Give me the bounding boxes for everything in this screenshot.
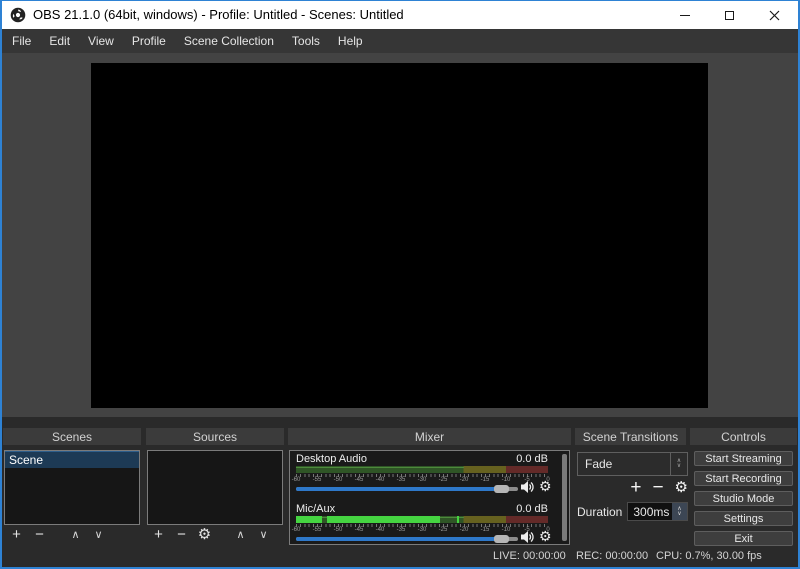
window-title: OBS 21.1.0 (64bit, windows) - Profile: U… — [33, 7, 404, 22]
remove-button[interactable]: − — [174, 526, 189, 544]
properties-button[interactable]: ⚙ — [197, 526, 212, 544]
add-button[interactable]: + — [151, 526, 166, 544]
controls-panel-header[interactable]: Controls — [690, 428, 797, 445]
move-up-button[interactable]: ∧ — [68, 526, 83, 544]
sources-toolbar: + − ⚙ ∧ ∨ — [151, 526, 279, 544]
add-button[interactable]: + — [9, 526, 24, 544]
obs-window: OBS 21.1.0 (64bit, windows) - Profile: U… — [0, 0, 800, 569]
transition-toolbar: + − ⚙ — [577, 477, 688, 499]
status-rec: REC: 00:00:00 — [576, 550, 649, 562]
transition-properties-button[interactable]: ⚙ — [675, 479, 688, 497]
remove-button[interactable]: − — [32, 526, 47, 544]
menu-item-view[interactable]: View — [79, 29, 123, 53]
settings-button[interactable]: Settings — [694, 511, 793, 526]
window-controls — [662, 1, 797, 29]
minimize-button[interactable] — [662, 1, 707, 29]
studio-mode-button[interactable]: Studio Mode — [694, 491, 793, 506]
title-bar[interactable]: OBS 21.1.0 (64bit, windows) - Profile: U… — [0, 0, 800, 29]
volume-meter — [296, 516, 548, 523]
start-recording-button[interactable]: Start Recording — [694, 471, 793, 486]
transition-select[interactable]: Fade ∧ ∨ — [577, 452, 688, 476]
move-down-button[interactable]: ∨ — [91, 526, 106, 544]
duration-value: 300ms — [633, 504, 670, 519]
status-cpu-fps: CPU: 0.7%, 30.00 fps — [656, 550, 762, 562]
mixer-panel: Desktop Audio 0.0 dB -60 -55 -50 -45 -40 -35 -30… — [289, 450, 570, 545]
volume-meter-level — [296, 516, 322, 523]
close-icon — [769, 10, 780, 20]
duration-row: Duration 300ms ∧ ∨ — [577, 502, 688, 521]
sources-list[interactable] — [147, 450, 283, 525]
volume-slider-handle[interactable] — [494, 485, 510, 493]
menu-item-scene-collection[interactable]: Scene Collection — [175, 29, 283, 53]
menu-item-profile[interactable]: Profile — [123, 29, 175, 53]
transition-select-spinner[interactable]: ∧ ∨ — [670, 453, 687, 475]
chevron-down-icon: ∨ — [676, 463, 682, 469]
obs-logo-icon — [10, 7, 26, 23]
exit-button[interactable]: Exit — [694, 531, 793, 546]
maximize-icon — [725, 10, 734, 20]
menu-item-help[interactable]: Help — [329, 29, 372, 53]
volume-slider-handle[interactable] — [494, 535, 510, 543]
mixer-channel-desktop-audio: Desktop Audio 0.0 dB -60 -55 -50 -45 -40 -35 -30… — [292, 453, 554, 499]
volume-meter-level — [326, 516, 440, 523]
mute-speaker-icon[interactable] — [520, 530, 535, 544]
add-transition-button[interactable]: + — [630, 478, 641, 498]
minimize-icon — [679, 14, 690, 16]
sources-panel-header[interactable]: Sources — [146, 428, 284, 445]
mixer-scrollbar[interactable] — [562, 454, 567, 541]
move-down-button[interactable]: ∨ — [256, 526, 271, 544]
duration-spinner[interactable]: ∧ ∨ — [672, 503, 687, 520]
menu-bar: File Edit View Profile Scene Collection Tools… — [0, 29, 800, 53]
duration-spinbox[interactable]: 300ms ∧ ∨ — [627, 502, 688, 521]
volume-slider-fill — [296, 537, 503, 541]
menu-item-file[interactable]: File — [3, 29, 40, 53]
preview-area — [0, 53, 800, 417]
scenes-toolbar: + − ∧ ∨ — [9, 526, 114, 544]
channel-volume-db: 0.0 dB — [516, 453, 548, 465]
volume-slider-fill — [296, 487, 503, 491]
channel-settings-gear-icon[interactable]: ⚙ — [539, 478, 552, 494]
menu-item-edit[interactable]: Edit — [40, 29, 79, 53]
channel-settings-gear-icon[interactable]: ⚙ — [539, 528, 552, 544]
remove-transition-button[interactable]: − — [652, 478, 663, 498]
program-canvas[interactable] — [91, 63, 708, 408]
status-live: LIVE: 00:00:00 — [493, 550, 566, 562]
scene-list-item[interactable]: Scene — [5, 451, 139, 468]
move-up-button[interactable]: ∧ — [233, 526, 248, 544]
mixer-channel-mic-aux: Mic/Aux 0.0 dB -60 -55 -50 -45 -40 -35 -30 -25 -20… — [292, 503, 554, 549]
transition-selected-value: Fade — [585, 457, 613, 471]
chevron-down-icon: ∨ — [677, 510, 682, 517]
volume-meter-peak — [457, 516, 460, 523]
scenes-list[interactable]: Scene — [4, 450, 140, 525]
volume-slider[interactable] — [296, 533, 518, 545]
volume-slider[interactable] — [296, 483, 518, 495]
close-button[interactable] — [752, 1, 797, 29]
scene-transitions-panel-header[interactable]: Scene Transitions — [575, 428, 686, 445]
volume-meter-track — [296, 466, 548, 473]
menu-item-tools[interactable]: Tools — [283, 29, 329, 53]
mixer-panel-header[interactable]: Mixer — [288, 428, 571, 445]
start-streaming-button[interactable]: Start Streaming — [694, 451, 793, 466]
scenes-panel-header[interactable]: Scenes — [3, 428, 141, 445]
mute-speaker-icon[interactable] — [520, 480, 535, 494]
maximize-button[interactable] — [707, 1, 752, 29]
channel-volume-db: 0.0 dB — [516, 503, 548, 515]
volume-meter — [296, 466, 548, 473]
duration-label: Duration — [577, 504, 623, 519]
